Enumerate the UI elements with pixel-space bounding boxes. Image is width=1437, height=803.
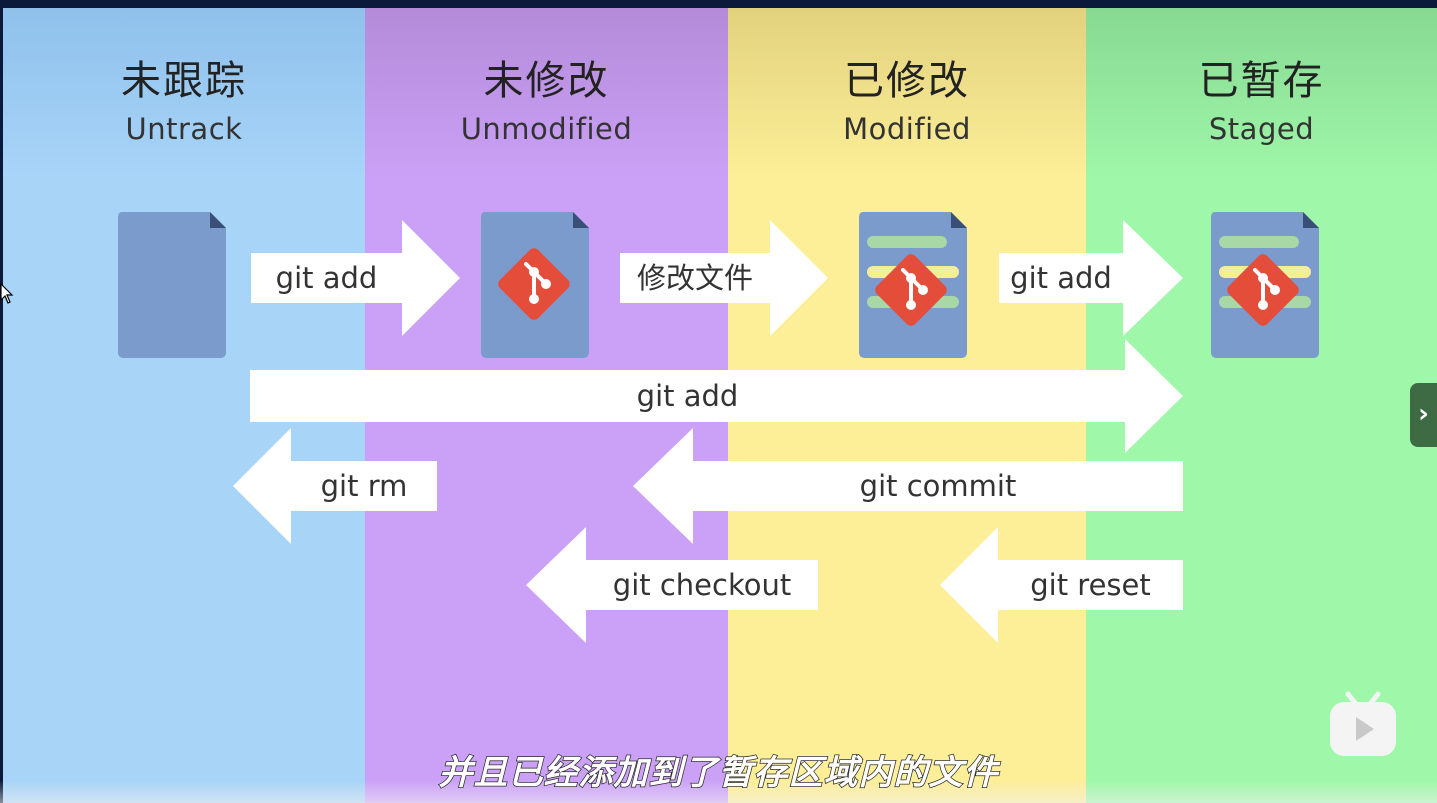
arrow-label-modify-file: 修改文件 (636, 261, 753, 295)
lane-subtitle-untracked: Untrack (125, 112, 243, 146)
lane-title-unmodified: 未修改 (483, 58, 610, 104)
lane-subtitle-staged: Staged (1208, 112, 1315, 146)
arrow-label-git-rm: git rm (320, 469, 408, 503)
tv-icon[interactable] (1328, 690, 1398, 758)
lane-title-untracked: 未跟踪 (121, 58, 247, 104)
arrow-git-add-untracked: git add (251, 220, 460, 336)
arrow-git-rm: git rm (233, 428, 437, 544)
arrow-label-git-commit: git commit (859, 469, 1017, 503)
arrow-label-git-reset: git reset (1030, 568, 1151, 602)
arrow-label-git-add-long: git add (636, 379, 739, 413)
arrow-label-git-add-modified: git add (1010, 261, 1112, 295)
arrow-git-reset: git reset (940, 527, 1183, 643)
mouse-cursor-icon (0, 282, 14, 309)
chevron-right-icon[interactable]: › (1410, 383, 1437, 447)
lane-subtitle-unmodified: Unmodified (460, 112, 633, 146)
untracked-file-icon (116, 210, 228, 364)
arrow-modify-file: 修改文件 (620, 220, 828, 336)
video-subtitle: 并且已经添加到了暂存区域内的文件 (438, 752, 999, 794)
staged-git-file-icon (1209, 210, 1321, 364)
arrow-label-git-checkout: git checkout (612, 568, 792, 602)
arrow-label-git-add: git add (275, 261, 378, 295)
arrow-git-checkout: git checkout (526, 527, 818, 643)
lane-subtitle-modified: Modified (843, 112, 971, 146)
lane-title-modified: 已修改 (844, 58, 970, 104)
arrow-git-add-modified: git add (999, 220, 1183, 336)
git-lifecycle-diagram: 未跟踪 Untrack 未修改 Unmodified 已修改 Modified … (0, 0, 1437, 803)
lane-title-staged: 已暂存 (1198, 58, 1325, 104)
